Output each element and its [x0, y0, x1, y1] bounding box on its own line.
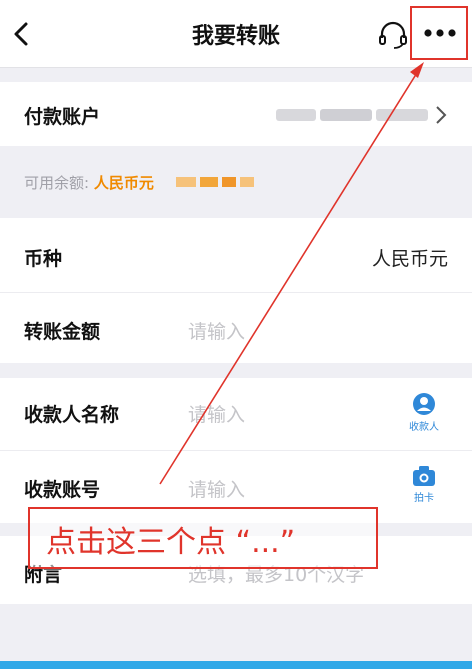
payee-book-button[interactable]: 收款人 — [400, 392, 448, 438]
masked-account-placeholder — [276, 109, 428, 121]
amount-input[interactable]: 请输入 — [188, 317, 245, 344]
submit-button-edge[interactable] — [0, 661, 472, 669]
scan-card-button[interactable]: 拍卡 — [400, 465, 448, 511]
chevron-right-icon — [436, 106, 447, 124]
annotation-text: 点击这三个点 “...” — [46, 525, 296, 560]
instruction-annotation: 点击这三个点 “...” — [28, 507, 378, 569]
scan-card-caption: 拍卡 — [414, 493, 434, 504]
amount-label: 转账金额 — [24, 321, 101, 343]
balance-currency: 人民币元 — [93, 174, 154, 192]
available-balance: 可用余额: 人民币元 — [24, 172, 154, 193]
currency-label: 币种 — [24, 248, 63, 270]
pay-account-label: 付款账户 — [24, 106, 101, 128]
amount-field[interactable]: 转账金额 请输入 — [0, 293, 472, 363]
contact-icon — [413, 393, 435, 415]
pay-account-selector[interactable]: 付款账户 — [0, 82, 472, 146]
payee-name-label: 收款人名称 — [24, 404, 120, 426]
headset-icon[interactable] — [376, 18, 410, 50]
balance-label: 可用余额: — [24, 174, 90, 192]
top-nav-bar: 我要转账 — [0, 0, 472, 68]
payee-name-input[interactable]: 请输入 — [188, 400, 245, 427]
payee-book-caption: 收款人 — [409, 422, 439, 433]
camera-icon — [413, 466, 435, 486]
payee-name-field[interactable]: 收款人名称 请输入 收款人 — [0, 378, 472, 450]
payee-account-input[interactable]: 请输入 — [188, 475, 245, 502]
masked-balance-placeholder — [176, 177, 254, 187]
more-dots-icon — [424, 29, 456, 37]
currency-selector[interactable]: 币种 人民币元 — [0, 218, 472, 292]
currency-value: 人民币元 — [371, 248, 448, 270]
payee-account-label: 收款账号 — [24, 479, 101, 501]
more-options-button[interactable] — [410, 6, 468, 60]
